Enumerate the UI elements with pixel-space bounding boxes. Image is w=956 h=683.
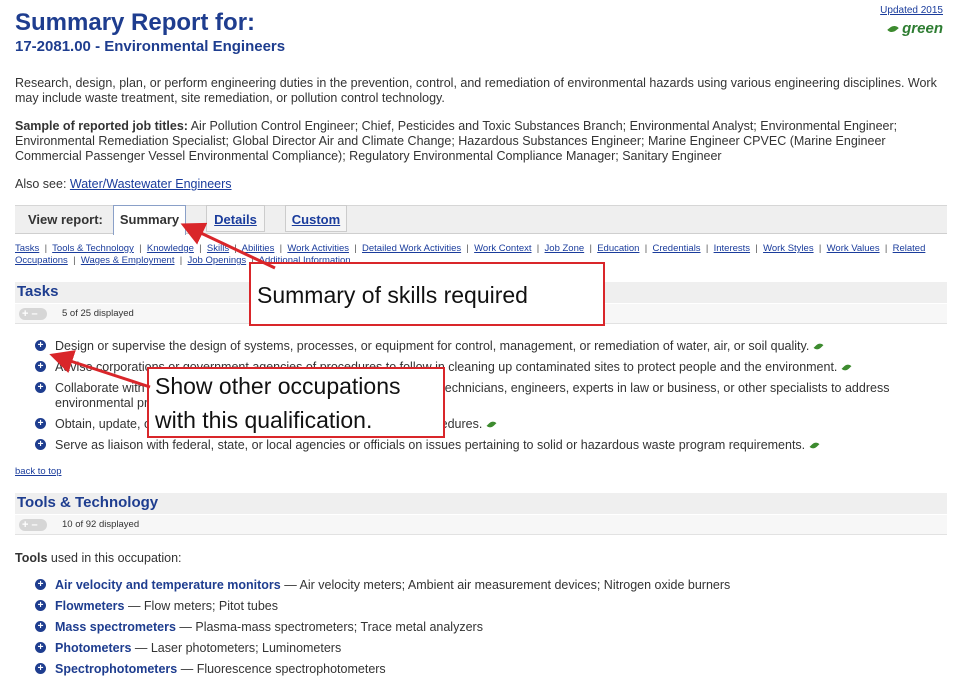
arrow-to-summary-tab (180, 222, 276, 270)
arrow-to-plus-icon (49, 350, 151, 389)
annotation-arrows (49, 222, 276, 389)
